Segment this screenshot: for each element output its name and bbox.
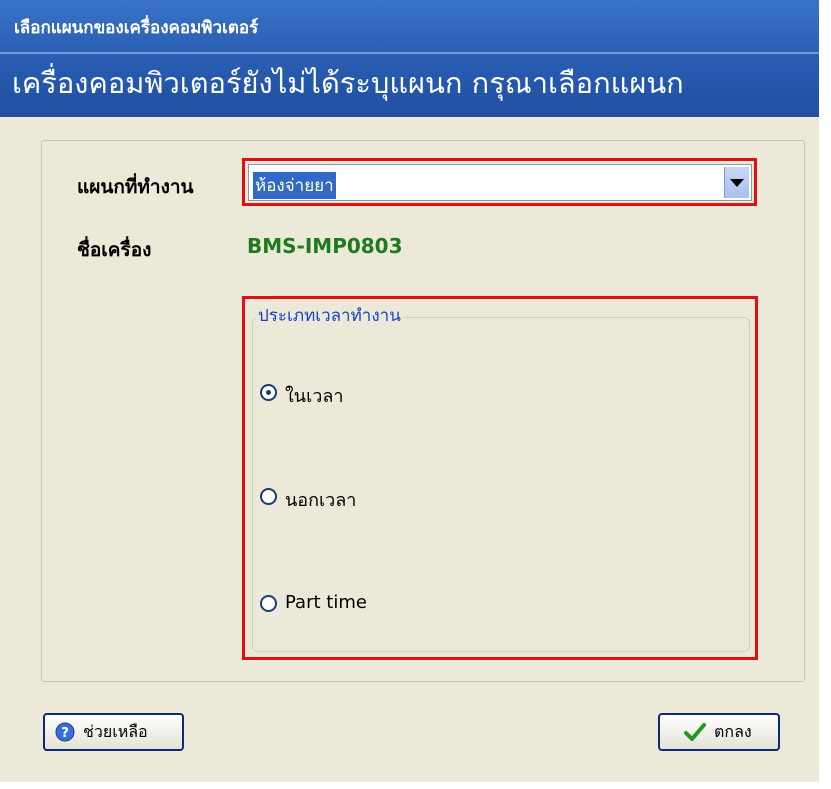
help-button-label: ช่วยเหลือ bbox=[83, 721, 148, 741]
window-title: เลือกแผนกของเครื่องคอมพิวเตอร์ bbox=[14, 18, 259, 38]
work-type-title: ประเภทเวลาทำงาน bbox=[256, 302, 403, 329]
radio-label: ในเวลา bbox=[285, 386, 344, 407]
radio-button[interactable] bbox=[260, 595, 277, 612]
machine-label: ชื่อเครื่อง bbox=[77, 239, 152, 261]
instruction-heading: เครื่องคอมพิวเตอร์ยังไม่ได้ระบุแผนก กรุณ… bbox=[12, 66, 684, 100]
department-dropdown[interactable]: ห้องจ่ายยา bbox=[248, 164, 752, 201]
radio-label: Part time bbox=[285, 592, 367, 613]
radio-dot bbox=[266, 390, 271, 395]
department-label: แผนกที่ทำงาน bbox=[77, 176, 194, 198]
radio-button[interactable] bbox=[260, 488, 277, 505]
header-banner: เลือกแผนกของเครื่องคอมพิวเตอร์ เครื่องคอ… bbox=[0, 0, 831, 117]
header-divider bbox=[0, 52, 831, 54]
window-bottom-edge bbox=[0, 782, 831, 789]
ok-button-label: ตกลง bbox=[714, 721, 752, 741]
department-value: ห้องจ่ายยา bbox=[253, 172, 336, 199]
ok-button[interactable]: ตกลง bbox=[658, 713, 780, 751]
chevron-down-icon bbox=[730, 178, 744, 187]
help-button[interactable]: ? ช่วยเหลือ bbox=[43, 713, 184, 751]
help-icon: ? bbox=[55, 722, 75, 742]
window-right-edge bbox=[819, 0, 831, 789]
dialog-window: เลือกแผนกของเครื่องคอมพิวเตอร์ เครื่องคอ… bbox=[0, 0, 831, 789]
machine-name: BMS-IMP0803 bbox=[247, 234, 403, 258]
check-icon bbox=[684, 723, 706, 741]
dropdown-arrow-button[interactable] bbox=[724, 167, 749, 198]
svg-text:?: ? bbox=[61, 726, 69, 741]
radio-button-selected[interactable] bbox=[260, 384, 277, 401]
radio-label: นอกเวลา bbox=[285, 490, 357, 511]
